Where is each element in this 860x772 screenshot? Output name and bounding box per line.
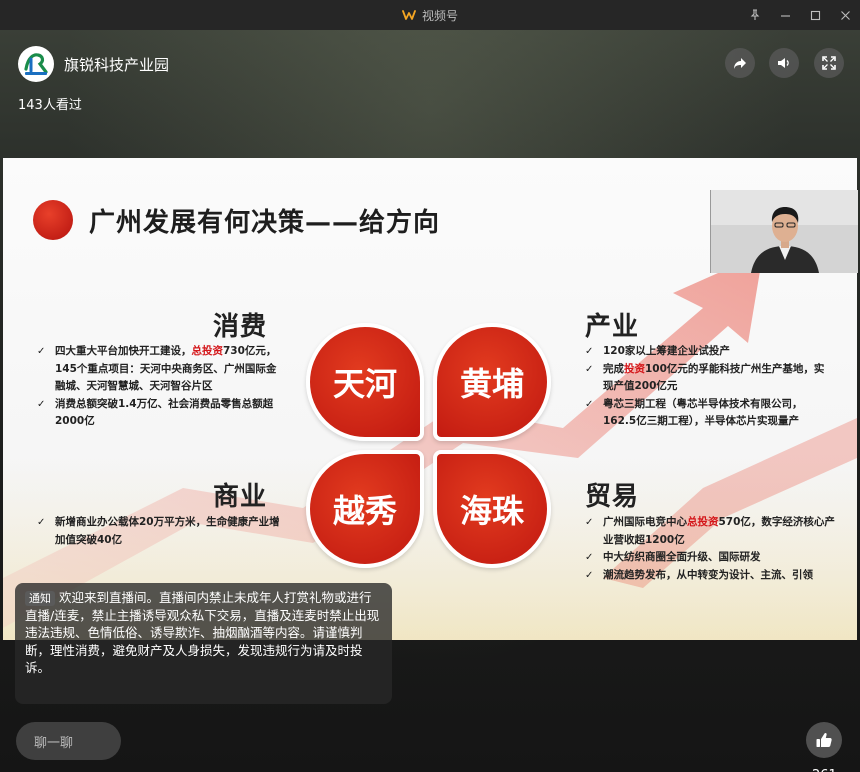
bullet-item: 中大纺织商圈全面升级、国际研发 — [585, 549, 837, 567]
consumption-bullets: 四大重大平台加快开工建设，总投资730亿元，145个重点项目：天河中央商务区、广… — [37, 343, 283, 431]
pin-button[interactable] — [740, 0, 770, 30]
fullscreen-icon — [822, 56, 836, 70]
live-notice: 通知 欢迎来到直播间。直播间内禁止未成年人打赏礼物或进行直播/连麦，禁止主播诱导观… — [15, 583, 392, 704]
chat-input[interactable]: 聊一聊 — [16, 722, 121, 760]
window-title: 视频号 — [421, 8, 458, 23]
industry-bullets: 120家以上筹建企业试投产 完成投资100亿元的孚能科技广州生产基地，实现产值2… — [585, 343, 833, 431]
section-title-commerce: 商业 — [213, 482, 268, 512]
trade-bullets: 广州国际电竞中心总投资570亿，数字经济核心产业营收超1200亿 中大纺织商圈全… — [585, 514, 837, 584]
like-button[interactable] — [806, 722, 842, 758]
section-title-trade: 贸易 — [585, 482, 640, 512]
section-title-industry: 产业 — [585, 312, 640, 342]
notice-tag: 通知 — [25, 591, 55, 606]
district-huangpu: 黄埔 — [433, 323, 551, 441]
bullet-item: 广州国际电竞中心总投资570亿，数字经济核心产业营收超1200亿 — [585, 514, 837, 549]
presenter-video — [711, 190, 858, 273]
bullet-item: 消费总额突破1.4万亿、社会消费品零售总额超2000亿 — [37, 396, 283, 431]
window-titlebar: 视频号 — [0, 0, 860, 30]
chat-placeholder: 聊一聊 — [34, 735, 74, 751]
district-haizhu: 海珠 — [433, 450, 551, 568]
district-yuexiu: 越秀 — [306, 450, 424, 568]
app-title-group: 视频号 — [402, 7, 458, 24]
host-info[interactable]: 旗锐科技产业园 — [18, 46, 169, 82]
speaker-icon — [778, 58, 789, 68]
close-icon — [840, 10, 850, 20]
bullet-item: 粤芯三期工程（粤芯半导体技术有限公司，162.5亿三期工程），半导体芯片实现量产 — [585, 396, 833, 431]
viewer-count: 143人看过 — [18, 98, 82, 113]
bullet-item: 潮流趋势发布，从中转变为设计、主流、引领 — [585, 567, 837, 585]
host-avatar[interactable] — [18, 46, 54, 82]
district-tianhe: 天河 — [306, 323, 424, 441]
live-stage: 旗锐科技产业园 143人看过 广州发展有何决策——给方向 消费 ✓ 四大重大平台… — [0, 30, 860, 772]
minimize-button[interactable] — [770, 0, 800, 30]
share-button[interactable] — [725, 48, 755, 78]
fullscreen-button[interactable] — [814, 48, 844, 78]
pin-icon — [750, 9, 760, 20]
host-logo-icon — [20, 48, 52, 80]
commerce-bullets: 新增商业办公载体20万平方米，生命健康产业增加值突破40亿 — [37, 514, 283, 549]
channels-logo-icon — [402, 10, 416, 20]
maximize-button[interactable] — [800, 0, 830, 30]
presenter-camera — [710, 190, 858, 273]
section-title-consumption: 消费 — [213, 312, 268, 342]
host-name[interactable]: 旗锐科技产业园 — [64, 54, 169, 75]
bullet-item: 新增商业办公载体20万平方米，生命健康产业增加值突破40亿 — [37, 514, 283, 549]
like-count: 261 — [812, 768, 837, 772]
bullet-item: 120家以上筹建企业试投产 — [585, 343, 833, 361]
thumbs-up-icon — [816, 733, 832, 747]
close-button[interactable] — [830, 0, 860, 30]
minimize-icon — [780, 14, 790, 17]
title-bullet-dot — [33, 200, 73, 240]
window-controls — [740, 0, 860, 30]
slide-title: 广州发展有何决策——给方向 — [89, 208, 441, 238]
bullet-item: 完成投资100亿元的孚能科技广州生产基地，实现产值200亿元 — [585, 361, 833, 396]
share-icon — [734, 58, 746, 69]
bullet-item: 四大重大平台加快开工建设，总投资730亿元，145个重点项目：天河中央商务区、广… — [37, 343, 283, 396]
notice-text: 欢迎来到直播间。直播间内禁止未成年人打赏礼物或进行直播/连麦，禁止主播诱导观众私… — [25, 590, 380, 675]
volume-button[interactable] — [769, 48, 799, 78]
maximize-icon — [810, 10, 820, 20]
